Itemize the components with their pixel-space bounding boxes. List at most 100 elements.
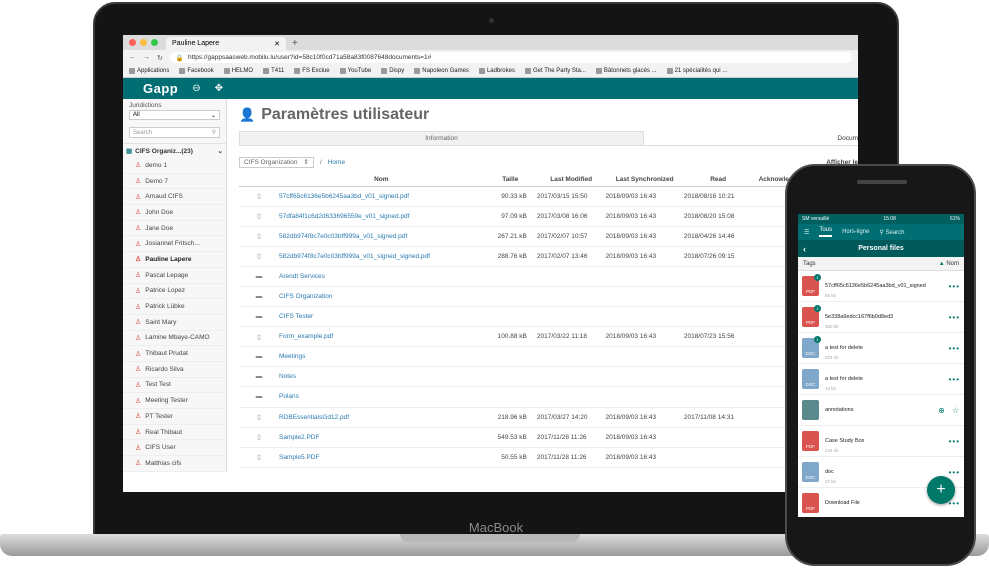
sidebar-user-item[interactable]: ♙ Thibaut Prudat bbox=[123, 346, 226, 362]
back-arrow-icon[interactable]: ← bbox=[129, 54, 136, 61]
table-row[interactable]: ▬ Meetings bbox=[239, 346, 799, 368]
back-chevron-icon[interactable]: ‹ bbox=[803, 244, 806, 254]
tab-all[interactable]: Tous bbox=[819, 227, 833, 237]
phone-file-item[interactable]: DOC a test for delete 14 kb ••• bbox=[798, 364, 964, 395]
sidebar-user-item[interactable]: ♙ John Doe bbox=[123, 205, 226, 221]
bookmark-item[interactable]: T411 bbox=[263, 68, 284, 74]
file-name-link[interactable]: 57cff65c6136e5b6245aa3bd_v01_signed.pdf bbox=[279, 186, 484, 207]
bookmark-item[interactable]: Facebook bbox=[179, 68, 214, 74]
forward-arrow-icon[interactable]: → bbox=[143, 54, 150, 61]
table-row[interactable]: ▯ Form_example.pdf 100.88 kB 2017/03/22 11:… bbox=[239, 326, 799, 348]
bookmark-item[interactable]: FS Exclue bbox=[294, 68, 330, 74]
sidebar-user-item[interactable]: ♙ Lamine Mbaye-CAMO bbox=[123, 331, 226, 347]
close-window-button[interactable] bbox=[129, 39, 136, 46]
file-name-link[interactable]: aguyot bbox=[279, 467, 484, 472]
sidebar-user-item[interactable]: ♙ Test Test bbox=[123, 378, 226, 394]
sidebar-user-item[interactable]: ♙ Matthias cifs bbox=[123, 456, 226, 472]
address-input[interactable]: 🔒 https://gappsaasweb.mobilu.lu/user?id=5… bbox=[169, 52, 852, 63]
hamburger-menu-icon[interactable]: ☰ bbox=[804, 229, 809, 236]
sidebar-user-item[interactable]: ♙ Pascal Lepage bbox=[123, 268, 226, 284]
column-header[interactable]: Nom bbox=[279, 174, 484, 187]
sidebar-user-item[interactable]: ♙ Real Thibaut bbox=[123, 425, 226, 441]
maximize-window-button[interactable] bbox=[151, 39, 158, 46]
sidebar-search-input[interactable]: Search ⚲ bbox=[129, 127, 220, 138]
more-options-icon[interactable]: ••• bbox=[949, 282, 960, 291]
sidebar-user-item[interactable]: ♙ Saint Mary bbox=[123, 315, 226, 331]
file-name-link[interactable]: Polaris bbox=[279, 386, 484, 408]
table-row[interactable]: ▯ 582db974f8c7e0c03bff999a_v01_signed.pdf… bbox=[239, 226, 799, 247]
file-name-link[interactable]: CIFS Tester bbox=[279, 306, 484, 328]
app-logo[interactable]: Gapp bbox=[143, 81, 178, 96]
sidebar-user-item[interactable]: ♙ Ricardo Silva bbox=[123, 362, 226, 378]
table-row[interactable]: ▬ CIFS Organization bbox=[239, 286, 799, 308]
column-header[interactable]: Read bbox=[683, 174, 753, 187]
add-fab-button[interactable]: + bbox=[927, 476, 955, 504]
sidebar-user-item[interactable]: ♙ Jane Doe bbox=[123, 221, 226, 237]
tab-documents[interactable]: Docum bbox=[644, 131, 858, 145]
more-options-icon[interactable]: ••• bbox=[949, 313, 960, 322]
more-options-icon[interactable]: ••• bbox=[949, 375, 960, 384]
column-header[interactable]: Last Modified bbox=[536, 174, 606, 187]
table-row[interactable]: ▯ 57cff65c6136e5b6245aa3bd_v01_signed.pdf… bbox=[239, 186, 799, 207]
tab-offline[interactable]: Hors-ligne bbox=[842, 229, 869, 235]
organization-node[interactable]: ▦ CIFS Organiz...(23) ⌄ bbox=[123, 143, 226, 158]
more-options-icon[interactable]: ••• bbox=[949, 437, 960, 446]
more-options-icon[interactable]: ••• bbox=[949, 344, 960, 353]
sidebar-user-item[interactable]: ♙ Pauline Lapere bbox=[123, 252, 226, 268]
bookmark-item[interactable]: Get The Party Sta... bbox=[524, 68, 586, 74]
sort-control[interactable]: ▲ Nom bbox=[939, 261, 959, 267]
phone-file-item[interactable]: PDF 1 5e338a6edcc167f6b0d8ed3 390 kb ••• bbox=[798, 302, 964, 333]
download-icon[interactable]: ⊕ bbox=[938, 406, 946, 415]
reload-icon[interactable]: ↻ bbox=[157, 54, 163, 62]
table-row[interactable]: ▯ 582db974f8c7e0c03bff999a_v01_signed_sig… bbox=[239, 246, 799, 267]
bookmark-item[interactable]: Napoleon Games bbox=[414, 68, 469, 74]
file-name-link[interactable]: 582db974f8c7e0c03bff999a_v01_signed_sign… bbox=[279, 246, 484, 267]
file-name-link[interactable]: Form_example.pdf bbox=[279, 326, 484, 348]
table-row[interactable]: ▯ 57dfa84f1c6d2d633696559e_v01_signed.pdf… bbox=[239, 206, 799, 227]
close-tab-icon[interactable]: ✕ bbox=[274, 40, 280, 48]
star-icon[interactable]: ☆ bbox=[952, 406, 960, 415]
table-row[interactable]: ▬aguyot bbox=[239, 467, 799, 472]
circle-menu-icon[interactable]: ⊖ bbox=[192, 83, 200, 94]
bookmark-item[interactable]: Applications bbox=[129, 68, 169, 74]
sidebar-user-item[interactable]: ♙ CIFS User bbox=[123, 440, 226, 457]
bookmark-item[interactable]: HELMO bbox=[223, 68, 253, 74]
sidebar-user-item[interactable]: ♙ Demo 7 bbox=[123, 174, 226, 190]
sidebar-user-item[interactable]: ♙ Josiannet Fritsch... bbox=[123, 236, 226, 253]
minimize-window-button[interactable] bbox=[140, 39, 147, 46]
bookmark-item[interactable]: YouTube bbox=[339, 68, 371, 74]
phone-file-item[interactable]: PDF Case Study Box 244 kb ••• bbox=[798, 426, 964, 457]
table-row[interactable]: ▬ Notes bbox=[239, 366, 799, 388]
tab-information[interactable]: Information bbox=[239, 131, 644, 145]
table-row[interactable]: ▬ Arendt Services bbox=[239, 266, 799, 287]
table-row[interactable]: ▬ Polaris bbox=[239, 386, 799, 408]
file-name-link[interactable]: Meetings bbox=[279, 346, 484, 368]
bookmark-item[interactable]: Ladbrokes bbox=[478, 68, 515, 74]
sidebar-user-item[interactable]: ♙ PT Tester bbox=[123, 409, 226, 425]
search-icon[interactable]: ⚲ bbox=[212, 129, 216, 136]
sidebar-user-item[interactable]: ♙ Patrice Lopez bbox=[123, 284, 226, 300]
file-name-link[interactable]: CIFS Organization bbox=[279, 286, 484, 308]
column-header[interactable]: Taille bbox=[483, 174, 537, 187]
file-name-link[interactable]: 582db974f8c7e0c03bff999a_v01_signed.pdf bbox=[279, 226, 484, 247]
phone-file-item[interactable]: PDF 1 57cff65c6136e5b6245aa3bd_v01_signed 8… bbox=[798, 271, 964, 302]
sidebar-user-item[interactable]: ♙ Arnaud CIFS bbox=[123, 189, 226, 206]
phone-file-item[interactable]: annotations ⊕ ☆ bbox=[798, 395, 964, 426]
bookmark-item[interactable]: 21 spécialités qui ... bbox=[666, 68, 727, 74]
tags-label[interactable]: Tags bbox=[803, 261, 816, 267]
sidebar-user-item[interactable]: ♙ demo 1 bbox=[123, 158, 226, 174]
table-row[interactable]: ▯ Sample2.PDF 549.53 kB 2017/11/28 11:26 201… bbox=[239, 427, 799, 448]
file-name-link[interactable]: Sample2.PDF bbox=[279, 427, 484, 448]
organization-select[interactable]: CIFS Organization ⇕ bbox=[239, 156, 314, 168]
sidebar-user-item[interactable]: ♙ Patrick Lübke bbox=[123, 299, 226, 315]
phone-search[interactable]: ⚲ Search bbox=[879, 229, 904, 236]
file-name-link[interactable]: RDBEssentialsGd12.pdf bbox=[279, 407, 484, 428]
new-tab-button[interactable]: + bbox=[292, 37, 298, 50]
file-name-link[interactable]: Sample5.PDF bbox=[279, 447, 484, 468]
table-row[interactable]: ▬ CIFS Tester bbox=[239, 306, 799, 328]
table-row[interactable]: ▯ RDBEssentialsGd12.pdf 218.96 kB 2017/03/2… bbox=[239, 407, 799, 428]
file-name-link[interactable]: Arendt Services bbox=[279, 266, 484, 287]
file-name-link[interactable]: Notes bbox=[279, 366, 484, 388]
phone-file-item[interactable]: DOC 1 a test for delete 204 kb ••• bbox=[798, 333, 964, 364]
fullscreen-icon[interactable]: ✥ bbox=[215, 83, 223, 94]
